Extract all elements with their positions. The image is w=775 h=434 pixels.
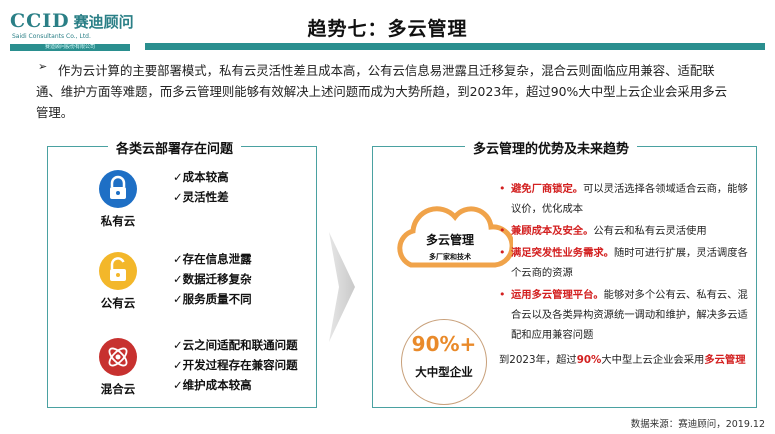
circle-label: 大中型企业 (415, 365, 473, 379)
logo-bar: 赛迪顾问股份有限公司 (10, 44, 130, 51)
public-cloud-row: 公有云 ✓存在信息泄露 ✓数据迁移复杂 ✓服务质量不同 (48, 243, 318, 323)
advantage-item: 满足突发性业务需求。随时可进行扩展，灵活调度各个云商的资源 (499, 243, 749, 283)
percentage-circle: 90%+ 大中型企业 (401, 319, 487, 405)
private-cloud-row: 私有云 ✓成本较高 ✓灵活性差 (48, 161, 318, 241)
cloud-sublabel: 多厂家和技术 (429, 253, 471, 261)
issue-item: ✓灵活性差 (173, 190, 229, 204)
issue-item: ✓服务质量不同 (173, 292, 252, 306)
issue-item: ✓存在信息泄露 (173, 252, 252, 266)
issue-item: ✓数据迁移复杂 (173, 272, 252, 286)
hybrid-cloud-label: 混合云 (100, 382, 136, 396)
advantage-item: 运用多云管理平台。能够对多个公有云、私有云、混合云以及各类异构资源统一调动和维护… (499, 285, 749, 345)
private-cloud-label: 私有云 (100, 214, 136, 228)
advantages-list: 避免厂商锁定。可以灵活选择各领域适合云商，能够议价，优化成本 兼顾成本及安全。公… (499, 179, 749, 347)
private-cloud-issues: ✓成本较高 ✓灵活性差 (173, 167, 229, 207)
deployment-issues-panel: 各类云部署存在问题 私有云 ✓成本较高 ✓灵活性差 公有云 ✓存在信息泄露 ✓数… (47, 138, 318, 409)
issue-item: ✓云之间适配和联通问题 (173, 338, 298, 352)
adoption-statement: 到2023年，超过90%大中型上云企业会采用多云管理 (499, 354, 746, 366)
unlock-icon (98, 251, 138, 291)
page-title: 趋势七：多云管理 (307, 18, 468, 40)
public-cloud-issues: ✓存在信息泄露 ✓数据迁移复杂 ✓服务质量不同 (173, 249, 252, 309)
intro-text: 作为云计算的主要部署模式，私有云灵活性差且成本高，公有云信息易泄露且迁移复杂，混… (36, 63, 727, 120)
cloud-label: 多云管理 (425, 233, 474, 247)
lock-icon (98, 169, 138, 209)
data-source: 数据来源：赛迪顾问，2019.12 (630, 419, 765, 430)
hybrid-cloud-issues: ✓云之间适配和联通问题 ✓开发过程存在兼容问题 ✓维护成本较高 (173, 335, 298, 395)
public-cloud-label: 公有云 (100, 296, 136, 310)
intro-paragraph: 作为云计算的主要部署模式，私有云灵活性差且成本高，公有云信息易泄露且迁移复杂，混… (36, 60, 736, 123)
issue-item: ✓维护成本较高 (173, 378, 252, 392)
hybrid-cloud-row: 混合云 ✓云之间适配和联通问题 ✓开发过程存在兼容问题 ✓维护成本较高 (48, 329, 318, 409)
issue-item: ✓开发过程存在兼容问题 (173, 358, 298, 372)
circle-percentage: 90%+ (411, 332, 477, 356)
right-panel-title: 多云管理的优势及未来趋势 (465, 138, 638, 157)
header-divider (145, 43, 765, 50)
left-panel-title: 各类云部署存在问题 (108, 138, 242, 157)
advantage-item: 兼顾成本及安全。公有云和私有云灵活使用 (499, 221, 749, 241)
advantage-item: 避免厂商锁定。可以灵活选择各领域适合云商，能够议价，优化成本 (499, 179, 749, 219)
multicloud-advantages-panel: 多云管理的优势及未来趋势 多云管理 多厂家和技术 避免厂商锁定。可以灵活选择各领… (372, 138, 757, 408)
issue-item: ✓成本较高 (173, 170, 229, 184)
hybrid-icon (98, 337, 138, 377)
transition-arrow-icon (327, 232, 357, 342)
